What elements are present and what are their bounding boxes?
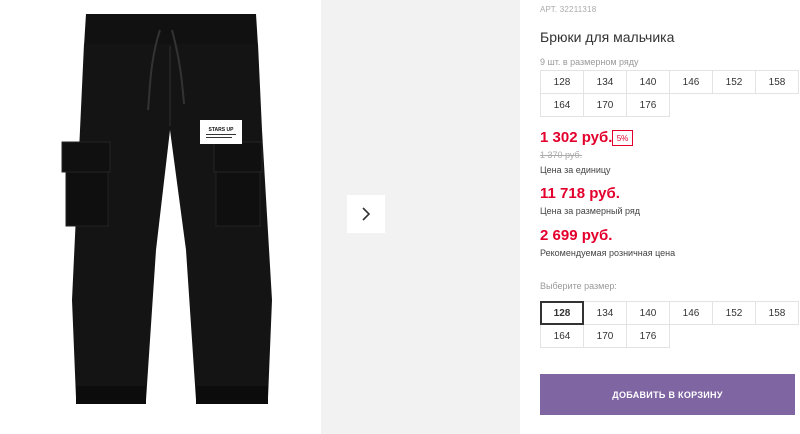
gallery-next-button[interactable] [347,195,385,233]
product-gallery: STARS UP [0,0,520,434]
size-option[interactable]: 134 [583,301,627,325]
size-option[interactable]: 152 [712,301,756,325]
unit-price-caption: Цена за единицу [540,165,611,175]
pack-size-cell: 152 [712,70,756,94]
pants-image: STARS UP [61,14,272,404]
size-selector: 128 134 140 146 152 158 164 170 176 [540,301,799,348]
size-option[interactable]: 176 [626,324,670,348]
pack-price-caption: Цена за размерный ряд [540,206,641,216]
old-price: 1 370 руб. [540,150,583,160]
product-photo[interactable]: STARS UP [0,0,321,434]
chevron-right-icon [362,207,371,221]
pack-size-cell: 134 [583,70,627,94]
article-number: АРТ. 32211318 [540,5,597,14]
add-to-cart-button[interactable]: ДОБАВИТЬ В КОРЗИНУ [540,374,795,415]
pack-size-cell: 158 [755,70,799,94]
patch-label: STARS UP [209,127,235,133]
size-option[interactable]: 164 [540,324,584,348]
size-option-selected[interactable]: 128 [540,301,584,325]
pack-size-cell: 140 [626,70,670,94]
pack-size-cell: 164 [540,93,584,117]
pack-size-cell: 128 [540,70,584,94]
pack-price: 11 718 руб. [540,185,620,202]
retail-price-caption: Рекомендуемая розничная цена [540,248,676,258]
discount-badge: 5% [612,130,633,146]
size-option[interactable]: 140 [626,301,670,325]
pack-note: 9 шт. в размерном ряду [540,57,639,67]
size-option[interactable]: 170 [583,324,627,348]
pack-size-cell: 176 [626,93,670,117]
choose-size-label: Выберите размер: [540,281,617,291]
pack-size-cell: 146 [669,70,713,94]
pack-size-cell: 170 [583,93,627,117]
product-title: Брюки для мальчика [540,29,675,45]
retail-price: 2 699 руб. [540,227,613,244]
size-option[interactable]: 146 [669,301,713,325]
pack-size-grid: 128 134 140 146 152 158 164 170 176 [540,70,799,117]
unit-price: 1 302 руб. [540,129,613,146]
product-info: АРТ. 32211318 Брюки для мальчика 9 шт. в… [540,0,800,434]
size-option[interactable]: 158 [755,301,799,325]
